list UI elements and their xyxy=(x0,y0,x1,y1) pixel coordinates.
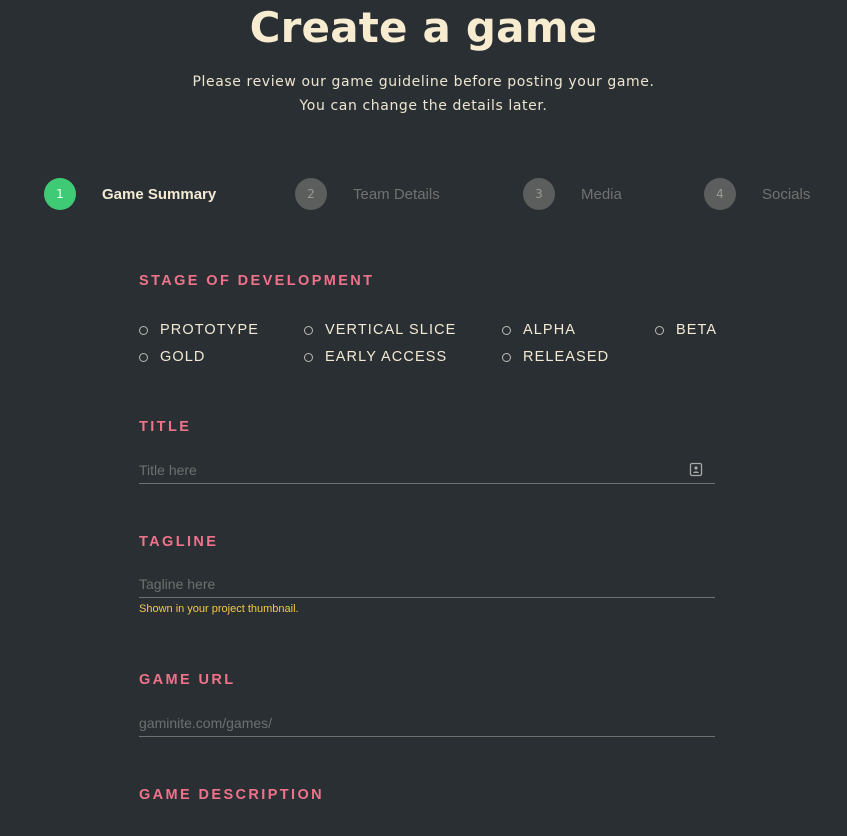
radio-label: GOLD xyxy=(160,349,206,365)
radio-vertical-slice[interactable]: VERTICAL SLICE xyxy=(304,321,456,339)
step-socials[interactable]: 4 Socials xyxy=(704,178,810,210)
step-label: Socials xyxy=(762,185,811,203)
radio-label: VERTICAL SLICE xyxy=(325,322,457,338)
tagline-field xyxy=(139,573,715,598)
radio-circle-icon xyxy=(304,325,313,335)
radio-early-access[interactable]: EARLY ACCESS xyxy=(304,348,447,366)
step-label: Media xyxy=(581,185,622,203)
radio-circle-icon xyxy=(655,325,664,335)
title-field xyxy=(139,459,715,484)
title-input[interactable] xyxy=(139,459,679,481)
radio-gold[interactable]: GOLD xyxy=(139,348,206,366)
radio-prototype[interactable]: PROTOTYPE xyxy=(139,321,259,339)
game-url-field xyxy=(139,712,715,737)
radio-beta[interactable]: BETA xyxy=(655,321,717,339)
radio-circle-icon xyxy=(502,352,511,362)
contact-card-icon[interactable] xyxy=(689,462,703,477)
tagline-hint: Shown in your project thumbnail. xyxy=(139,603,299,615)
radio-released[interactable]: RELEASED xyxy=(502,348,609,366)
radio-label: BETA xyxy=(676,322,718,338)
game-url-label: GAME URL xyxy=(139,672,236,688)
step-label: Team Details xyxy=(353,185,440,203)
step-number: 3 xyxy=(523,178,555,210)
radio-label: ALPHA xyxy=(523,322,577,338)
step-number: 4 xyxy=(704,178,736,210)
game-description-label: GAME DESCRIPTION xyxy=(139,787,325,803)
page-subtitle-line-2: You can change the details later. xyxy=(299,98,548,114)
radio-circle-icon xyxy=(502,325,511,335)
radio-alpha[interactable]: ALPHA xyxy=(502,321,576,339)
step-team-details[interactable]: 2 Team Details xyxy=(295,178,440,210)
radio-circle-icon xyxy=(304,352,313,362)
tagline-label: TAGLINE xyxy=(139,534,219,550)
step-number: 2 xyxy=(295,178,327,210)
title-label: TITLE xyxy=(139,419,192,435)
step-media[interactable]: 3 Media xyxy=(523,178,622,210)
page-subtitle-line-1: Please review our game guideline before … xyxy=(192,74,655,90)
radio-label: RELEASED xyxy=(523,349,610,365)
step-progress: 1 Game Summary 2 Team Details 3 Media 4 … xyxy=(0,178,847,210)
step-game-summary[interactable]: 1 Game Summary xyxy=(44,178,216,210)
radio-label: EARLY ACCESS xyxy=(325,349,448,365)
step-number: 1 xyxy=(44,178,76,210)
tagline-input[interactable] xyxy=(139,573,679,595)
radio-circle-icon xyxy=(139,352,148,362)
radio-label: PROTOTYPE xyxy=(160,322,260,338)
radio-circle-icon xyxy=(139,325,148,335)
step-label: Game Summary xyxy=(102,185,217,203)
game-url-input[interactable] xyxy=(139,712,679,734)
page-title: Create a game xyxy=(249,3,598,52)
stage-of-development-label: STAGE OF DEVELOPMENT xyxy=(139,273,375,289)
